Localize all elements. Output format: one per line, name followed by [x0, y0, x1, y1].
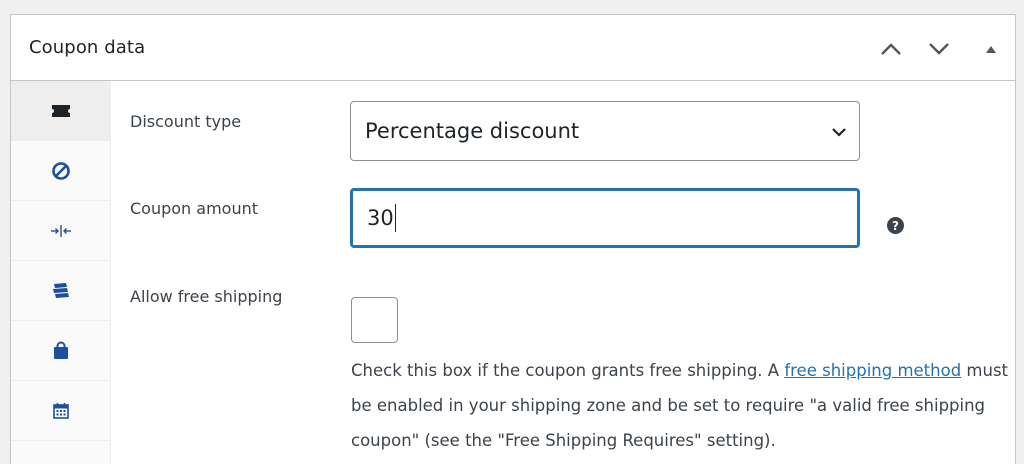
tab-stacked-coupons[interactable]: [11, 261, 110, 321]
panel-header: Coupon data: [11, 15, 1015, 81]
coupon-amount-label: Coupon amount: [130, 199, 259, 218]
free-shipping-label: Allow free shipping: [130, 287, 283, 306]
general-options-panel: Discount type Percentage discount Coupon…: [112, 81, 1016, 464]
tab-shop-restrictions[interactable]: [11, 321, 110, 381]
toggle-panel-button[interactable]: [977, 35, 1005, 63]
description-text-before: Check this box if the coupon grants free…: [351, 361, 785, 380]
discount-type-label: Discount type: [130, 112, 242, 131]
tab-general[interactable]: [11, 81, 110, 141]
arrows-in-icon: [50, 224, 71, 237]
discount-type-select[interactable]: Percentage discount: [350, 101, 860, 161]
triangle-up-icon: [986, 46, 996, 53]
free-shipping-checkbox[interactable]: [351, 297, 398, 343]
calendar-icon: [52, 402, 69, 419]
discount-type-value: Percentage discount: [365, 119, 580, 143]
shopping-bag-icon: [53, 341, 68, 359]
move-up-button[interactable]: [877, 35, 905, 63]
free-shipping-description: Check this box if the coupon grants free…: [351, 353, 1011, 458]
coupon-amount-value: 30: [367, 206, 394, 230]
tab-schedule[interactable]: [11, 381, 110, 441]
free-shipping-method-link[interactable]: free shipping method: [784, 361, 961, 380]
coupon-tabs-sidebar: [11, 81, 111, 464]
stacked-tickets-icon: [52, 282, 69, 298]
coupon-data-panel: Coupon data Discount type Percentage dis…: [10, 14, 1016, 464]
move-down-button[interactable]: [925, 35, 953, 63]
panel-title: Coupon data: [29, 37, 146, 58]
help-icon[interactable]: ?: [887, 217, 904, 234]
coupon-amount-input[interactable]: 30: [350, 188, 860, 248]
text-caret: [394, 204, 396, 232]
no-entry-icon: [51, 161, 70, 180]
ticket-icon: [51, 104, 70, 117]
tab-usage-limits[interactable]: [11, 201, 110, 261]
chevron-up-icon: [881, 43, 901, 55]
tab-usage-restriction[interactable]: [11, 141, 110, 201]
chevron-down-icon: [832, 128, 846, 137]
chevron-down-icon: [929, 43, 949, 55]
